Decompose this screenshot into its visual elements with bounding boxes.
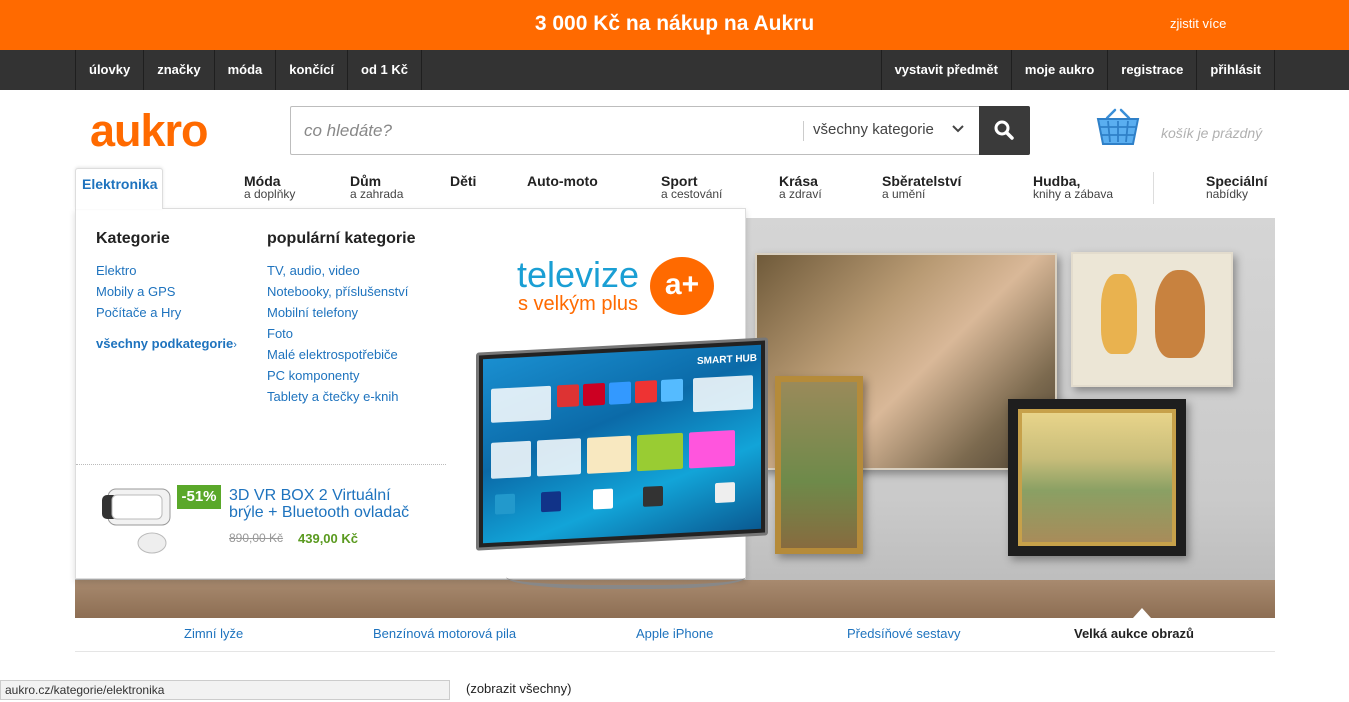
dotted-divider: [76, 464, 446, 465]
category-sub: knihy a zábava: [1033, 187, 1114, 201]
search-category-select[interactable]: všechny kategorie: [813, 121, 934, 138]
smart-hub-label: SMART HUB: [697, 352, 757, 368]
category-label: Děti: [450, 173, 477, 189]
vr-headset-image[interactable]: [100, 483, 180, 557]
tv-stand: [506, 559, 746, 589]
category-divider: [1153, 172, 1154, 204]
top-nav-left: úlovky značky móda končící od 1 Kč: [75, 50, 422, 90]
kategorie-title: Kategorie: [96, 230, 170, 247]
category-krasa[interactable]: Krása a zdraví: [779, 174, 822, 201]
category-deti[interactable]: Děti: [450, 174, 476, 188]
category-dum[interactable]: Dům a zahrada: [350, 174, 403, 201]
active-caret-icon: [1133, 608, 1151, 618]
product-title-link[interactable]: 3D VR BOX 2 Virtuální brýle + Bluetooth …: [229, 487, 429, 521]
nav-znacky[interactable]: značky: [144, 50, 215, 90]
chevron-right-icon: ›: [233, 339, 237, 351]
aukro-logo[interactable]: aukro: [90, 104, 209, 158]
category-nav: Elektronika Móda a doplňky Dům a zahrada D…: [75, 168, 1275, 209]
old-price: 890,00 Kč: [229, 531, 284, 545]
carousel-link[interactable]: Apple iPhone: [636, 626, 713, 641]
painting-image: [1008, 399, 1186, 556]
category-sub: a umění: [882, 187, 926, 201]
popular-link[interactable]: PC komponenty: [267, 368, 360, 383]
category-sub: nabídky: [1206, 187, 1249, 201]
carousel-link[interactable]: Zimní lyže: [184, 626, 243, 641]
nav-koncici[interactable]: končící: [276, 50, 349, 90]
category-hudba[interactable]: Hudba, knihy a zábava: [1033, 174, 1113, 201]
tv-promo-sub[interactable]: s velkým plus: [518, 293, 638, 316]
category-sport[interactable]: Sport a cestování: [661, 174, 722, 201]
category-dropdown-panel: Kategorie Elektro Mobily a GPS Počítače …: [75, 208, 768, 589]
new-price: 439,00 Kč: [298, 531, 358, 546]
carousel-link[interactable]: Benzínová motorová pila: [373, 626, 516, 641]
nav-prihlasit[interactable]: přihlásit: [1197, 50, 1275, 90]
popular-link[interactable]: Tablety a čtečky e-knih: [267, 389, 399, 404]
search-button[interactable]: [979, 106, 1030, 155]
search-input[interactable]: [291, 107, 801, 154]
carousel-link-active[interactable]: Velká aukce obrazů: [1074, 626, 1194, 641]
category-sub: a cestování: [661, 187, 723, 201]
category-label: Elektronika: [82, 176, 158, 192]
nav-moje-aukro[interactable]: moje aukro: [1012, 50, 1109, 90]
show-all-link[interactable]: (zobrazit všechny): [466, 681, 571, 696]
promo-learn-more-link[interactable]: zjistit více: [1170, 16, 1226, 31]
a-plus-badge: a+: [650, 257, 714, 315]
popular-link[interactable]: Malé elektrospotřebiče: [267, 347, 398, 362]
popular-title: populární kategorie: [267, 230, 416, 247]
top-nav-right: vystavit předmět moje aukro registrace p…: [880, 50, 1275, 90]
painting-image: [775, 376, 863, 554]
smart-tv-image[interactable]: SMART HUB: [476, 337, 768, 551]
category-label: Auto-moto: [527, 173, 598, 189]
category-sub: a doplňky: [244, 187, 296, 201]
tv-promo-brand[interactable]: televize: [517, 257, 639, 293]
category-specialni[interactable]: Speciální nabídky: [1206, 174, 1267, 201]
chevron-down-icon[interactable]: [951, 122, 965, 136]
carousel-link[interactable]: Předsíňové sestavy: [847, 626, 960, 641]
discount-badge: -51%: [177, 485, 221, 509]
cart-status[interactable]: košík je prázdný: [1161, 125, 1262, 141]
nav-od-1-kc[interactable]: od 1 Kč: [348, 50, 422, 90]
category-sub: a zdraví: [779, 187, 822, 201]
popular-link[interactable]: Foto: [267, 326, 293, 341]
nav-vystavit-predmet[interactable]: vystavit předmět: [882, 50, 1012, 90]
nav-ulovky[interactable]: úlovky: [76, 50, 145, 90]
popular-link[interactable]: Notebooky, příslušenství: [267, 284, 408, 299]
carousel-nav: Zimní lyže Benzínová motorová pila Apple…: [75, 608, 1275, 652]
subcategory-link[interactable]: Mobily a GPS: [96, 284, 175, 299]
category-auto-moto[interactable]: Auto-moto: [527, 174, 598, 188]
popular-link[interactable]: TV, audio, video: [267, 263, 360, 278]
nav-registrace[interactable]: registrace: [1108, 50, 1198, 90]
category-sberatelstvi[interactable]: Sběratelství a umění: [882, 174, 961, 201]
category-moda[interactable]: Móda a doplňky: [244, 174, 295, 201]
all-subcategories-link[interactable]: všechny podkategorie›: [96, 336, 237, 351]
browser-status-url: aukro.cz/kategorie/elektronika: [0, 680, 450, 700]
nav-moda[interactable]: móda: [215, 50, 277, 90]
top-nav: úlovky značky móda končící od 1 Kč vysta…: [0, 50, 1349, 90]
basket-icon[interactable]: [1095, 108, 1141, 148]
search-icon: [994, 120, 1014, 140]
tv-screen: SMART HUB: [483, 344, 761, 544]
search-divider: [803, 121, 804, 141]
promo-bar[interactable]: 3 000 Kč na nákup na Aukru zjistit více: [0, 0, 1349, 50]
category-elektronika[interactable]: Elektronika: [75, 168, 163, 209]
category-sub: a zahrada: [350, 187, 404, 201]
all-subcategories-label: všechny podkategorie: [96, 336, 234, 351]
promo-text[interactable]: 3 000 Kč na nákup na Aukru: [0, 12, 1349, 36]
search-bar: všechny kategorie: [290, 106, 1030, 155]
painting-image: [1071, 252, 1233, 387]
popular-link[interactable]: Mobilní telefony: [267, 305, 358, 320]
subcategory-link[interactable]: Elektro: [96, 263, 136, 278]
subcategory-link[interactable]: Počítače a Hry: [96, 305, 181, 320]
